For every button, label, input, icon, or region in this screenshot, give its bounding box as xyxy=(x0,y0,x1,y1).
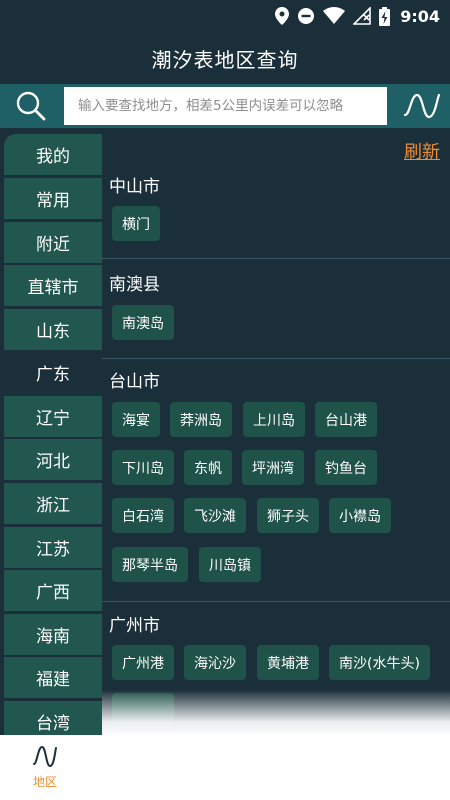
sidebar-item-zhejiang[interactable]: 浙江 xyxy=(4,483,102,524)
place-chip[interactable]: 南澳岛 xyxy=(112,305,174,340)
battery-charging-icon xyxy=(379,6,391,26)
place-chip[interactable]: 南沙(水牛头) xyxy=(329,645,430,680)
scroll-fade xyxy=(102,690,450,735)
app-header: 潮汐表地区查询 xyxy=(0,32,450,84)
sidebar-item-jiangsu[interactable]: 江苏 xyxy=(4,527,102,568)
place-chip[interactable]: 上川岛 xyxy=(243,402,305,437)
status-bar: 9:04 xyxy=(0,0,450,32)
wave-icon xyxy=(403,93,441,119)
clock: 9:04 xyxy=(400,6,440,26)
place-chip[interactable]: 海沁沙 xyxy=(184,645,246,680)
wave-icon xyxy=(33,745,57,768)
divider xyxy=(102,358,450,359)
sidebar-item-guangxi[interactable]: 广西 xyxy=(4,570,102,611)
location-icon xyxy=(275,7,290,25)
no-signal-icon xyxy=(353,7,372,25)
wifi-icon xyxy=(323,7,346,24)
search-bar xyxy=(0,84,450,128)
place-list: 刷新 中山市 横门 南澳县 南澳岛 台山市 海宴 莽洲岛 上川岛 台山港 下川岛… xyxy=(102,130,450,735)
place-chip[interactable]: 小襟岛 xyxy=(329,498,391,533)
refresh-link[interactable]: 刷新 xyxy=(404,138,440,164)
divider xyxy=(102,258,450,259)
sidebar-item-liaoning[interactable]: 辽宁 xyxy=(4,396,102,437)
status-icons: 9:04 xyxy=(275,4,440,28)
nav-item-label: 地区 xyxy=(32,775,57,789)
place-chip[interactable]: 狮子头 xyxy=(257,498,319,533)
place-chip[interactable]: 台山港 xyxy=(315,402,377,437)
place-chip[interactable]: 广州港 xyxy=(112,645,174,680)
place-chip[interactable]: 飞沙滩 xyxy=(184,498,246,533)
page-title: 潮汐表地区查询 xyxy=(151,47,299,72)
place-chip[interactable]: 黄埔港 xyxy=(257,645,319,680)
sidebar-item-guangdong[interactable]: 广东 xyxy=(4,352,102,393)
tide-chart-button[interactable] xyxy=(394,84,450,128)
do-not-disturb-icon xyxy=(298,8,315,24)
search-button[interactable] xyxy=(0,84,62,128)
sidebar-item-shandong[interactable]: 山东 xyxy=(4,309,102,350)
place-chip[interactable]: 那琴半岛 xyxy=(112,547,188,582)
sidebar-item-mine[interactable]: 我的 xyxy=(4,134,102,175)
sidebar-item-nearby[interactable]: 附近 xyxy=(4,222,102,263)
place-chip[interactable]: 钓鱼台 xyxy=(315,450,377,485)
group-title: 台山市 xyxy=(109,372,160,392)
sidebar-item-taiwan[interactable]: 台湾 xyxy=(4,701,102,735)
sidebar-item-fujian[interactable]: 福建 xyxy=(4,657,102,698)
place-chip[interactable]: 川岛镇 xyxy=(199,547,261,582)
place-chip[interactable]: 海宴 xyxy=(112,402,160,437)
group-title: 中山市 xyxy=(109,177,160,197)
nav-item-region[interactable]: 地区 xyxy=(14,743,76,798)
sidebar-item-hebei[interactable]: 河北 xyxy=(4,439,102,480)
place-chip[interactable]: 下川岛 xyxy=(112,450,174,485)
place-chip[interactable]: 莽洲岛 xyxy=(170,402,232,437)
sidebar-item-hainan[interactable]: 海南 xyxy=(4,614,102,655)
place-chip[interactable]: 白石湾 xyxy=(112,498,174,533)
bottom-nav: 地区 xyxy=(0,735,450,800)
search-icon xyxy=(16,91,46,121)
place-chip[interactable]: 横门 xyxy=(112,206,160,241)
group-title: 南澳县 xyxy=(109,275,160,295)
province-sidebar: 我的 常用 附近 直辖市 山东 广东 辽宁 河北 浙江 江苏 广西 海南 福建 … xyxy=(0,130,102,735)
group-title: 广州市 xyxy=(109,616,160,636)
sidebar-item-common[interactable]: 常用 xyxy=(4,178,102,219)
place-chip[interactable]: 坪洲湾 xyxy=(242,450,304,485)
search-input[interactable] xyxy=(64,87,387,125)
divider xyxy=(102,601,450,602)
place-chip[interactable]: 东帆 xyxy=(184,450,232,485)
sidebar-item-municipality[interactable]: 直辖市 xyxy=(4,265,102,306)
